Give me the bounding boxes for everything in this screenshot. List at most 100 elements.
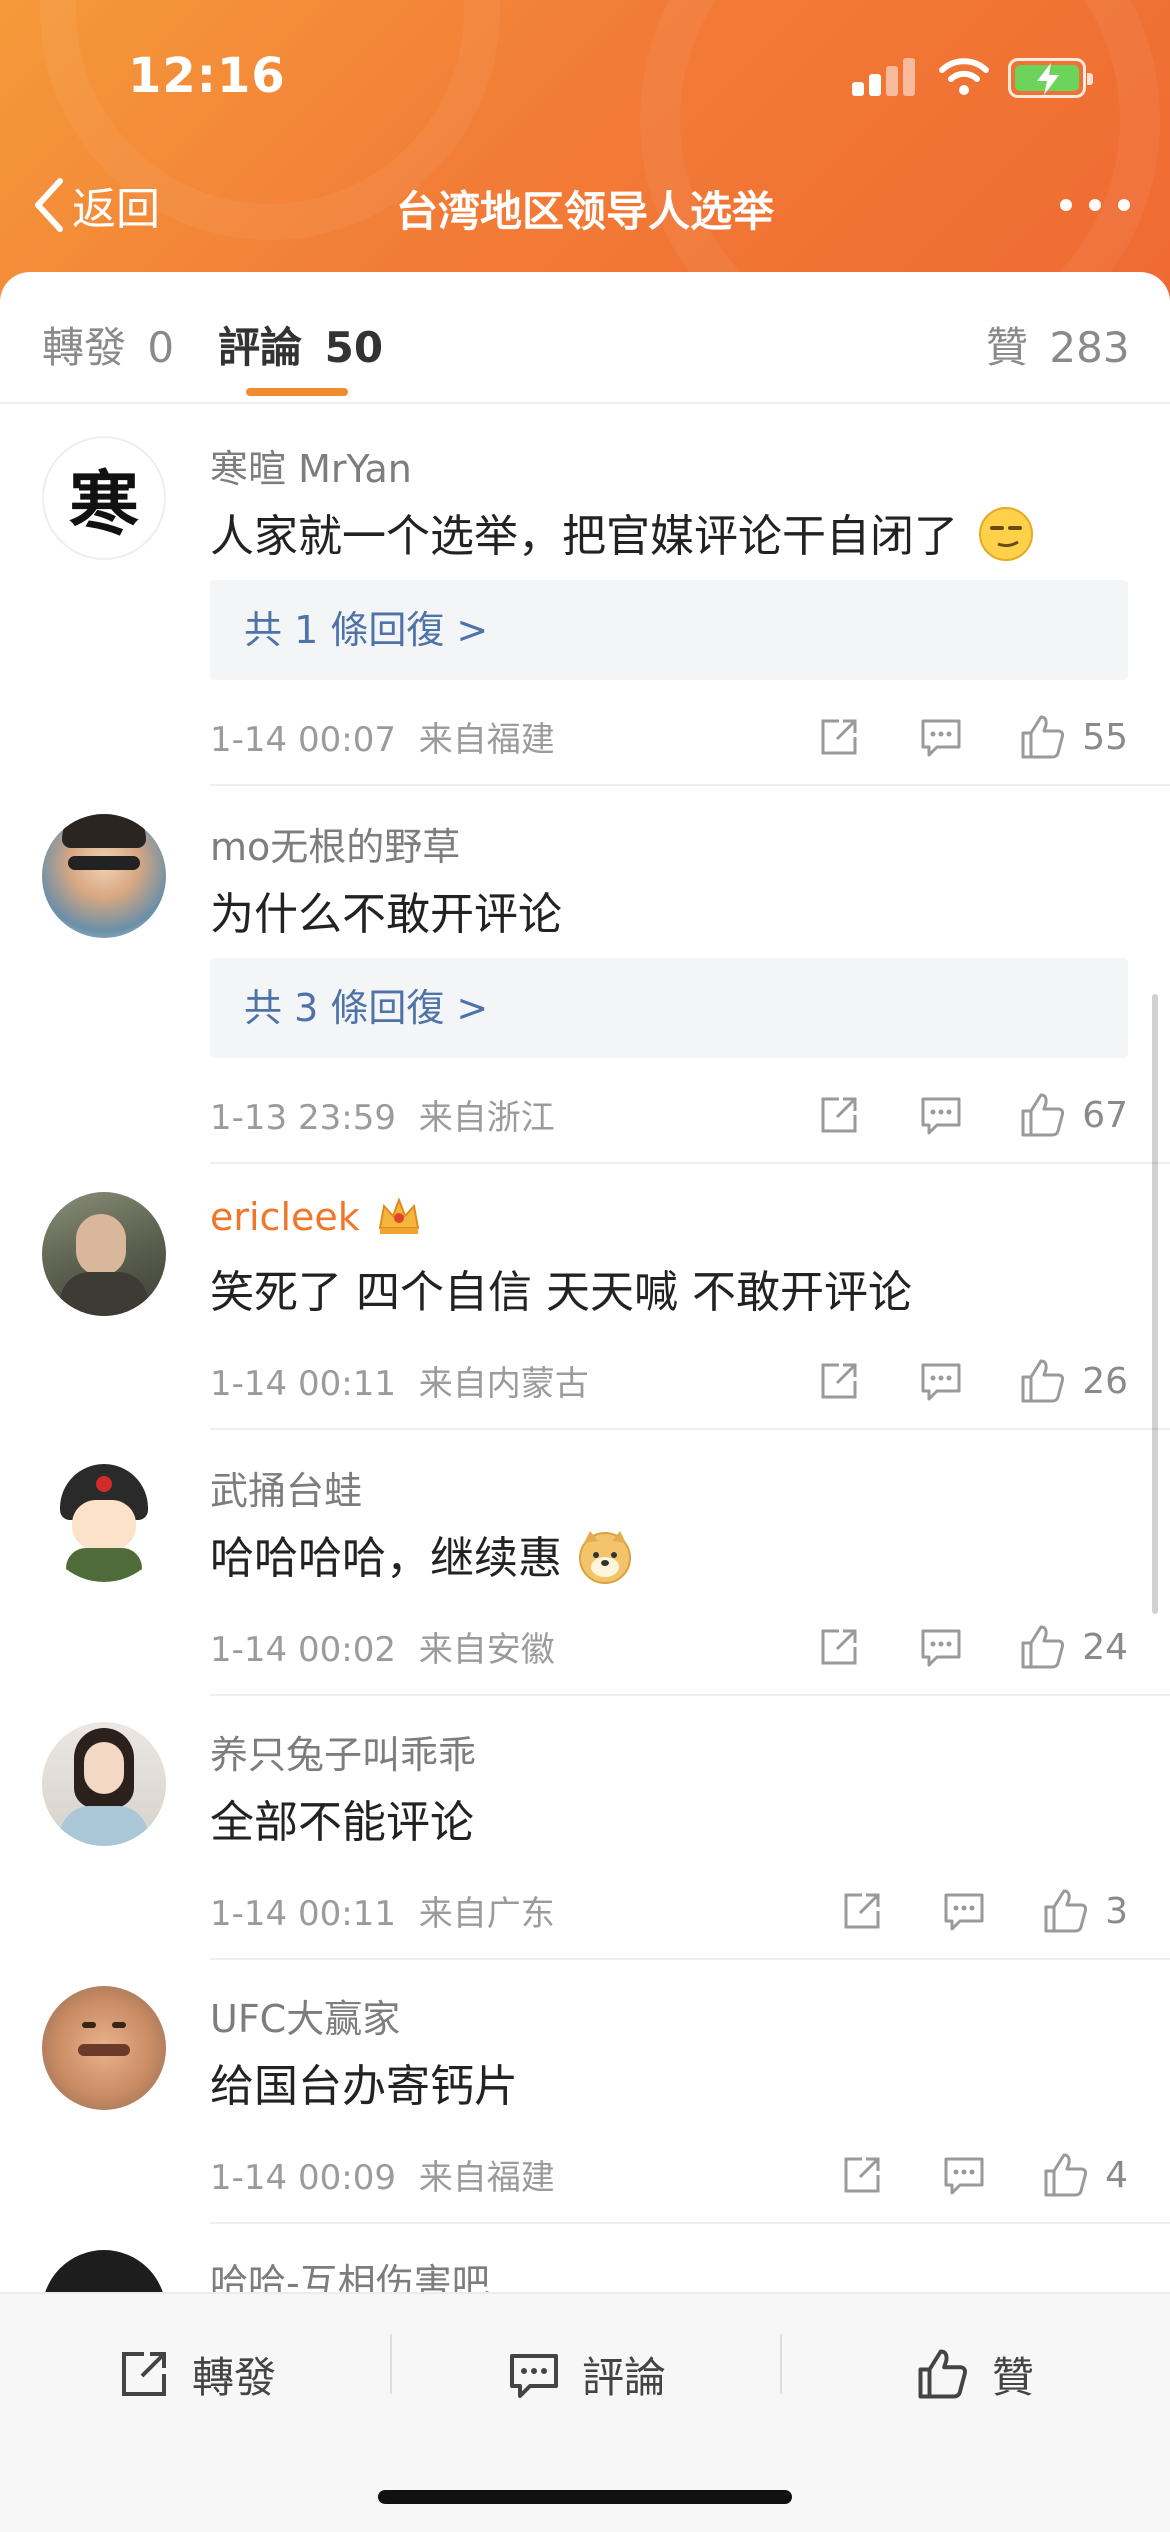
comment-icon[interactable] [916, 1356, 966, 1406]
comment-text: 给国台办寄钙片 [210, 2061, 518, 2112]
divider [210, 1428, 1170, 1430]
comment-actions: 24 [814, 1622, 1128, 1672]
avatar[interactable] [42, 1722, 166, 1846]
tab-comments[interactable]: 評論 50 [218, 314, 383, 375]
comment-text-content: 哈哈哈哈，继续惠 [210, 1533, 562, 1584]
comment-icon [510, 2354, 558, 2398]
wifi-icon [938, 56, 990, 96]
like-count: 3 [1105, 1890, 1128, 1932]
share-icon [122, 2352, 166, 2396]
comment-text: 笑死了 四个自信 天天喊 不敢开评论 [210, 1267, 912, 1318]
status-bar: 12:16 [0, 0, 1170, 150]
comment-author-name: ericleek [210, 1195, 360, 1239]
avatar[interactable] [42, 1986, 166, 2110]
share-icon[interactable] [814, 712, 864, 762]
thumbs-up-icon[interactable] [1018, 712, 1068, 762]
divider [210, 1958, 1170, 1960]
comment-time: 1-14 00:07 [210, 720, 396, 760]
tab-comments-label: 評論 [218, 323, 303, 372]
status-time: 12:16 [128, 48, 286, 104]
tab-reposts-label: 轉發 [42, 323, 127, 372]
comment-author[interactable]: ericleek [210, 1194, 422, 1245]
signal-icon [852, 58, 915, 96]
divider [210, 1694, 1170, 1696]
comment-text-content: 人家就一个选举，把官媒评论干自闭了 [210, 511, 958, 562]
comment-time: 1-14 00:09 [210, 2158, 396, 2198]
comment-icon[interactable] [939, 2150, 989, 2200]
share-icon[interactable] [837, 2150, 887, 2200]
tab-bar: 轉發 0 評論 50 贊 283 [0, 272, 1170, 404]
thumbs-up-icon[interactable] [1018, 1622, 1068, 1672]
comment-text: 哈哈哈哈，继续惠 [210, 1522, 634, 1596]
share-icon[interactable] [814, 1356, 864, 1406]
avatar-calligraphy: 寒 [69, 461, 139, 545]
comment-author[interactable]: 寒暄 MrYan [210, 438, 412, 493]
comment-author[interactable]: 养只兔子叫乖乖 [210, 1724, 476, 1779]
avatar[interactable]: 寒 [42, 436, 166, 560]
like-count: 26 [1082, 1360, 1128, 1402]
share-icon[interactable] [814, 1622, 864, 1672]
comment-meta: 1-14 00:11 来自内蒙古 [210, 1356, 589, 1405]
scrollbar[interactable] [1152, 994, 1158, 1614]
battery-icon [1008, 58, 1093, 98]
view-replies-link[interactable]: 共 1 條回復 > [210, 580, 1128, 680]
thumbs-up-icon[interactable] [1041, 2150, 1091, 2200]
like-count: 67 [1082, 1094, 1128, 1136]
thumbs-up-icon[interactable] [1018, 1356, 1068, 1406]
comment-author[interactable]: 哈哈-互相伤害吧 [210, 2252, 490, 2292]
comment-location: 来自浙江 [418, 1098, 555, 1138]
tab-likes-label: 贊 [986, 323, 1029, 372]
avatar[interactable] [42, 1458, 166, 1582]
like-count: 55 [1082, 716, 1128, 758]
comment-item: 哈哈-互相伤害吧 [0, 2250, 1170, 2292]
comment-text: 人家就一个选举，把官媒评论干自闭了 [210, 500, 1034, 573]
thumbs-up-icon [918, 2349, 967, 2399]
comment-meta: 1-14 00:09 来自福建 [210, 2150, 555, 2199]
comment-icon[interactable] [916, 712, 966, 762]
divider [210, 2222, 1170, 2224]
comment-icon[interactable] [916, 1090, 966, 1140]
tab-reposts[interactable]: 轉發 0 [42, 314, 174, 375]
avatar[interactable] [42, 1192, 166, 1316]
more-icon[interactable] [1060, 190, 1130, 220]
like-count: 24 [1082, 1626, 1128, 1668]
comment-icon[interactable] [916, 1622, 966, 1672]
like-button[interactable]: 贊 [916, 2334, 1034, 2414]
comment-actions: 4 [837, 2150, 1128, 2200]
active-tab-indicator [246, 388, 348, 396]
comment-time: 1-13 23:59 [210, 1098, 396, 1138]
comment-label: 評論 [582, 2352, 667, 2402]
like-label: 贊 [992, 2352, 1035, 2402]
comment-text: 全部不能评论 [210, 1797, 474, 1848]
tab-likes[interactable]: 贊 283 [986, 314, 1130, 375]
comment-location: 来自内蒙古 [418, 1364, 589, 1404]
comment-time: 1-14 00:02 [210, 1630, 396, 1670]
comment-location: 来自广东 [418, 1894, 555, 1934]
comment-location: 来自安徽 [418, 1630, 555, 1670]
comment-icon[interactable] [939, 1886, 989, 1936]
avatar[interactable] [42, 814, 166, 938]
comment-time: 1-14 00:11 [210, 1364, 396, 1404]
share-icon[interactable] [814, 1090, 864, 1140]
comment-time: 1-14 00:11 [210, 1894, 396, 1934]
thumbs-up-icon[interactable] [1041, 1886, 1091, 1936]
comment-button[interactable]: 評論 [508, 2334, 666, 2414]
repost-button[interactable]: 轉發 [118, 2334, 276, 2414]
thumbs-up-icon[interactable] [1018, 1090, 1068, 1140]
comment-author[interactable]: UFC大赢家 [210, 1988, 400, 2043]
crown-badge-icon [376, 1194, 422, 1245]
comment-author[interactable]: mo无根的野草 [210, 816, 460, 871]
divider [390, 2334, 392, 2394]
like-count: 4 [1105, 2154, 1128, 2196]
comment-author[interactable]: 武捅台蛙 [210, 1460, 362, 1515]
comment-actions: 67 [814, 1090, 1128, 1140]
comment-meta: 1-13 23:59 来自浙江 [210, 1090, 555, 1139]
comment-meta: 1-14 00:11 来自广东 [210, 1886, 555, 1935]
view-replies-link[interactable]: 共 3 條回復 > [210, 958, 1128, 1058]
smirk-emoji-icon [978, 506, 1034, 573]
home-indicator [378, 2490, 792, 2504]
tab-likes-count: 283 [1049, 323, 1130, 372]
avatar[interactable] [42, 2250, 166, 2292]
divider [210, 1162, 1170, 1164]
share-icon[interactable] [837, 1886, 887, 1936]
